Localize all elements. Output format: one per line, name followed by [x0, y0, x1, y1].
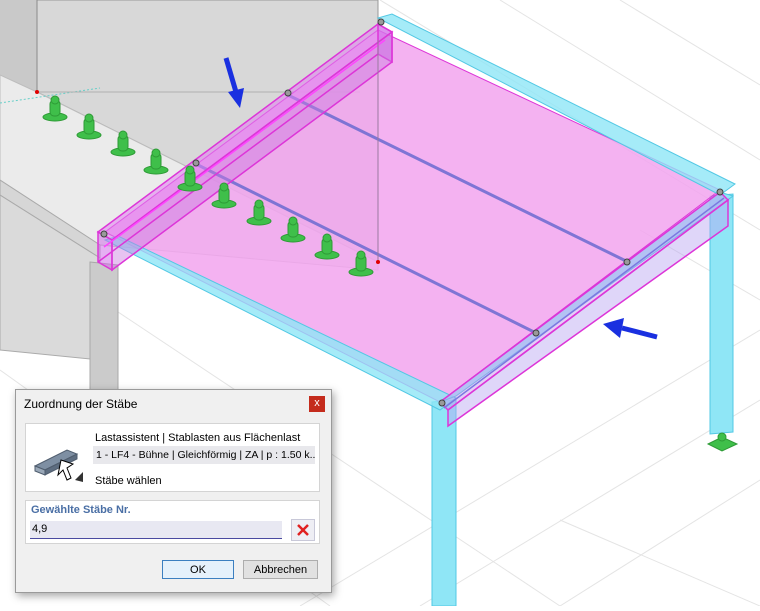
- red-x-icon: [297, 524, 309, 536]
- dialog-title: Zuordnung der Stäbe: [24, 397, 138, 411]
- close-button[interactable]: x: [309, 396, 325, 412]
- selected-members-panel: Gewählte Stäbe Nr. 4,9: [25, 500, 320, 544]
- load-case-field[interactable]: 1 - LF4 - Bühne | Gleichförmig | ZA | p …: [93, 446, 315, 464]
- grey-column: [89, 261, 119, 401]
- select-members-link[interactable]: Stäbe wählen: [95, 475, 162, 487]
- assistant-title: Lastassistent | Stablasten aus Flächenla…: [95, 432, 301, 444]
- ok-button[interactable]: OK: [162, 560, 234, 579]
- selected-members-label: Gewählte Stäbe Nr.: [31, 504, 131, 516]
- selected-members-input[interactable]: 4,9: [30, 521, 282, 539]
- cancel-button[interactable]: Abbrechen: [243, 560, 318, 579]
- clear-selection-button[interactable]: [291, 519, 315, 541]
- load-assistant-panel: Lastassistent | Stablasten aus Flächenla…: [25, 423, 320, 492]
- steel-beam-icon: [31, 430, 85, 484]
- assign-members-dialog: Zuordnung der Stäbe x Lastassistent | St…: [15, 389, 332, 593]
